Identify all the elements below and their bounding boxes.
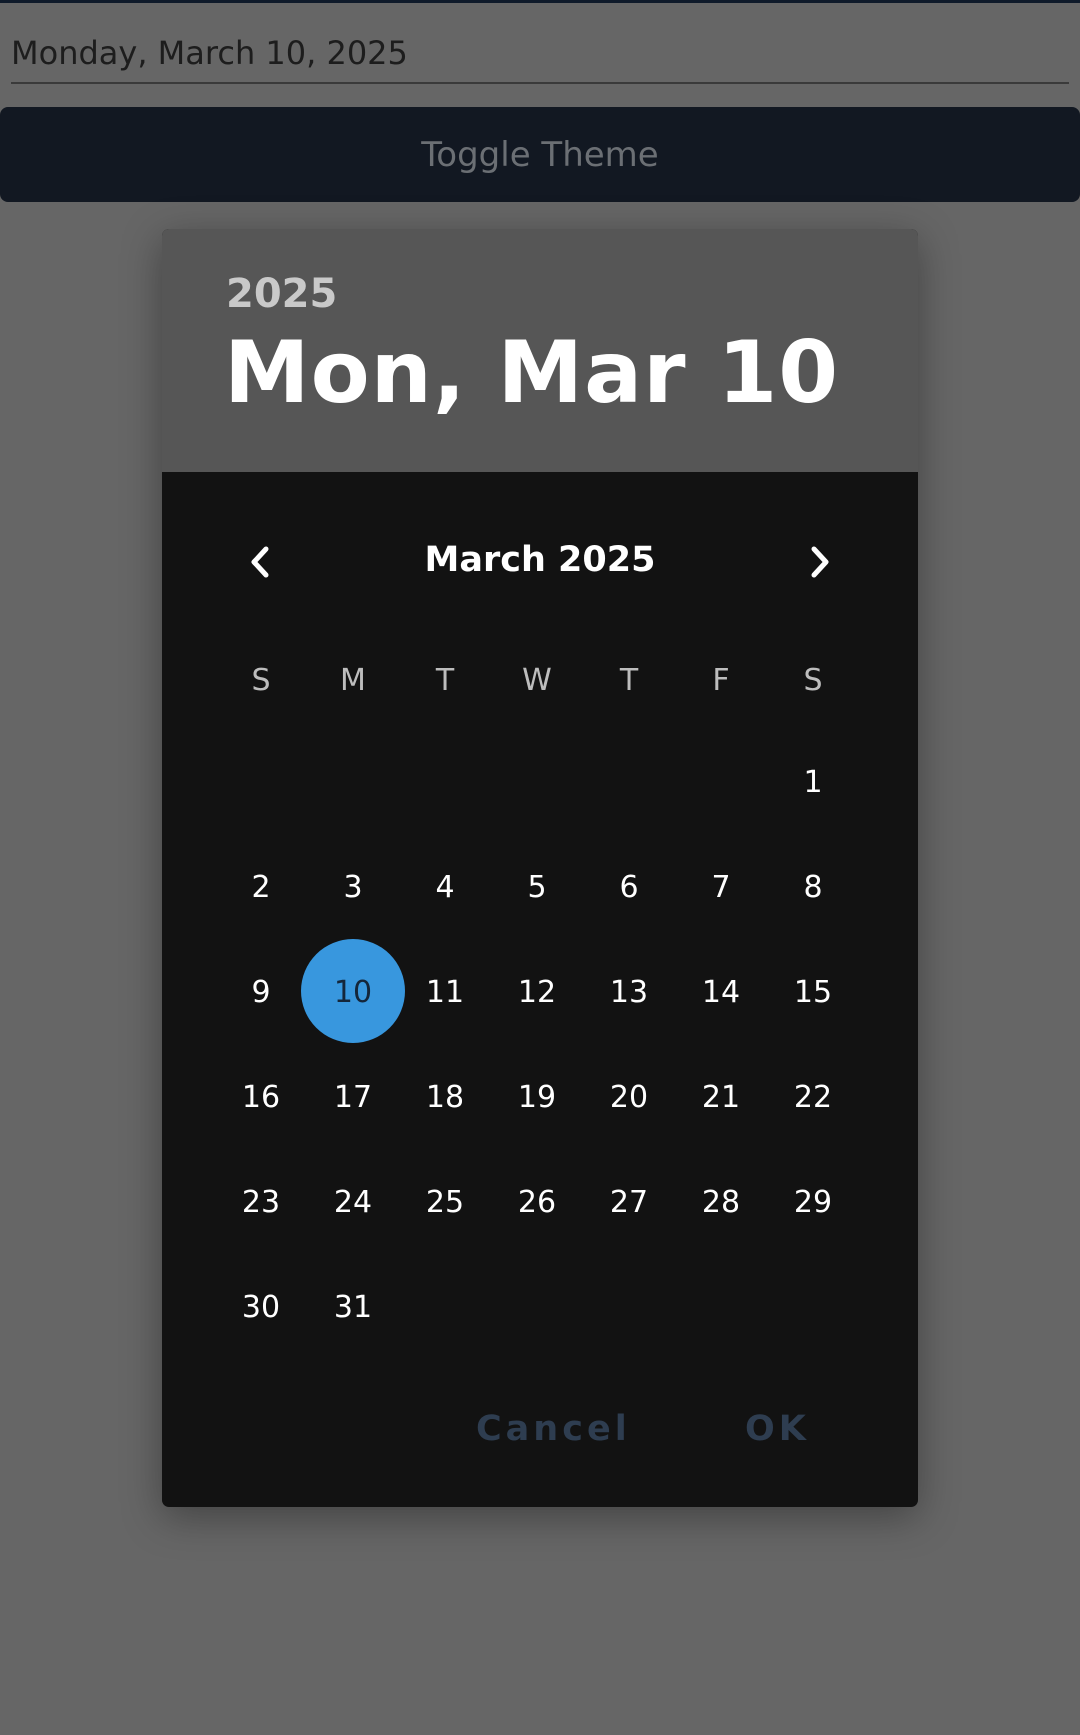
header-year[interactable]: 2025 [226,271,337,317]
day-cell[interactable]: 18 [399,1046,491,1150]
date-field[interactable]: Monday, March 10, 2025 [11,22,1069,84]
day-cell[interactable]: 1 [767,731,859,835]
ok-button[interactable]: OK [745,1409,810,1449]
weekday-label: M [340,663,366,698]
dialog-header: 2025 Mon, Mar 10 [162,229,918,472]
day-cell[interactable]: 13 [583,941,675,1045]
day-cell[interactable]: 28 [675,1151,767,1255]
day-cell[interactable]: 25 [399,1151,491,1255]
day-cell[interactable]: 6 [583,836,675,940]
day-cell[interactable]: 20 [583,1046,675,1150]
chevron-right-icon[interactable] [791,534,847,590]
day-cell[interactable]: 17 [307,1046,399,1150]
weekday-label: S [251,663,271,698]
weekday-label: T [435,663,455,698]
day-cell[interactable]: 11 [399,941,491,1045]
day-cell[interactable]: 12 [491,941,583,1045]
day-cell[interactable]: 5 [491,836,583,940]
day-cell-selected[interactable]: 10 [301,939,405,1045]
day-cell[interactable]: 16 [215,1046,307,1150]
day-number: 10 [333,975,373,1010]
weekday-label: S [803,663,823,698]
day-cell[interactable]: 2 [215,836,307,940]
weekday-label: F [712,663,730,698]
day-cell[interactable]: 23 [215,1151,307,1255]
day-cell[interactable]: 29 [767,1151,859,1255]
cancel-button[interactable]: Cancel [476,1409,631,1449]
day-cell[interactable]: 21 [675,1046,767,1150]
day-cell[interactable]: 4 [399,836,491,940]
day-cell[interactable]: 26 [491,1151,583,1255]
day-cell[interactable]: 3 [307,836,399,940]
header-selected-date[interactable]: Mon, Mar 10 [224,323,839,423]
toggle-theme-button[interactable]: Toggle Theme [0,107,1080,202]
top-line [0,0,1080,3]
weekday-label: T [619,663,639,698]
day-cell[interactable]: 9 [215,941,307,1045]
day-cell[interactable]: 31 [307,1256,399,1360]
day-cell[interactable]: 14 [675,941,767,1045]
day-cell[interactable]: 7 [675,836,767,940]
day-cell[interactable]: 15 [767,941,859,1045]
day-cell[interactable]: 8 [767,836,859,940]
day-cell[interactable]: 27 [583,1151,675,1255]
date-picker-dialog: 2025 Mon, Mar 10 March 2025 SMTWTFS12345… [162,229,918,1507]
day-cell[interactable]: 24 [307,1151,399,1255]
weekday-label: W [522,663,552,698]
day-cell[interactable]: 30 [215,1256,307,1360]
day-cell[interactable]: 22 [767,1046,859,1150]
day-cell[interactable]: 19 [491,1046,583,1150]
